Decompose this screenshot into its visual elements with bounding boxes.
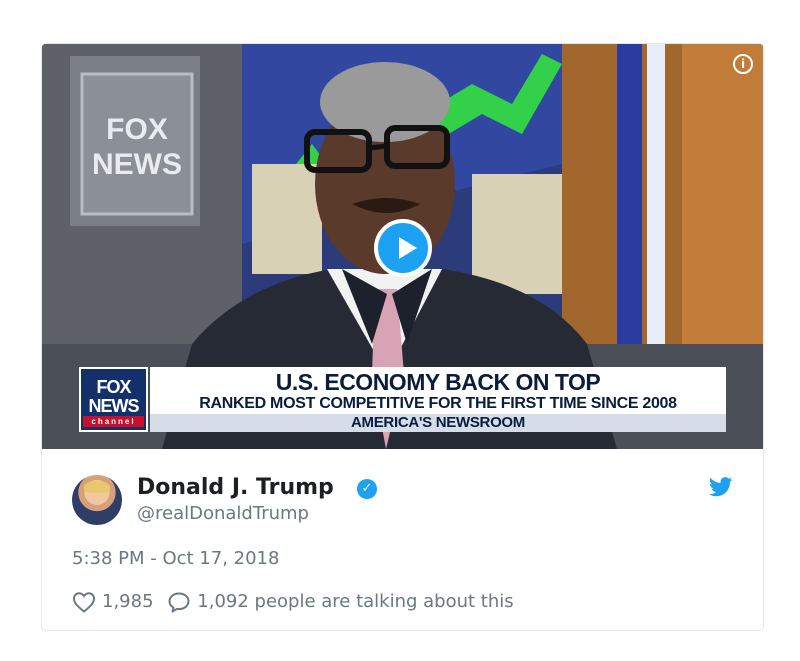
tweet-embed-card[interactable]: FOX NEWS i FOX NEWS channel U.S. ECONOMY… <box>41 43 764 631</box>
info-icon[interactable]: i <box>733 54 753 74</box>
author-handle[interactable]: @realDonaldTrump <box>137 502 309 526</box>
tweet-actions: 1,985 1,092 people are talking about thi… <box>72 589 522 615</box>
lower-third-banner: U.S. ECONOMY BACK ON TOP RANKED MOST COM… <box>150 367 726 432</box>
lower-third-show-name: AMERICA'S NEWSROOM <box>150 414 726 432</box>
logo-line-1: FOX <box>96 377 131 397</box>
svg-text:NEWS: NEWS <box>92 148 182 181</box>
fox-news-logo: FOX NEWS channel <box>79 367 148 432</box>
talking-action[interactable]: 1,092 people are talking about this <box>167 589 514 615</box>
talking-count: 1,092 people are talking about this <box>197 591 514 612</box>
like-count: 1,985 <box>102 591 154 612</box>
tweet-timestamp[interactable]: 5:38 PM - Oct 17, 2018 <box>72 547 279 571</box>
like-action[interactable]: 1,985 <box>72 589 154 615</box>
verified-badge-icon: ✓ <box>357 479 377 499</box>
heart-icon <box>72 592 96 613</box>
video-player[interactable]: FOX NEWS i FOX NEWS channel U.S. ECONOMY… <box>42 44 763 449</box>
logo-line-2: NEWS <box>88 396 140 416</box>
author-name[interactable]: Donald J. Trump <box>137 474 334 502</box>
logo-line-3: channel <box>83 416 144 427</box>
lower-third-headline: U.S. ECONOMY BACK ON TOP <box>275 369 601 395</box>
lower-third-subheadline: RANKED MOST COMPETITIVE FOR THE FIRST TI… <box>199 395 677 412</box>
tweet-body: Donald J. Trump ✓ @realDonaldTrump 5:38 … <box>42 449 763 630</box>
play-icon[interactable] <box>374 219 432 277</box>
svg-text:FOX: FOX <box>106 113 168 146</box>
twitter-bird-icon[interactable] <box>709 477 733 497</box>
speech-bubble-icon <box>168 592 190 613</box>
avatar[interactable] <box>72 475 122 525</box>
